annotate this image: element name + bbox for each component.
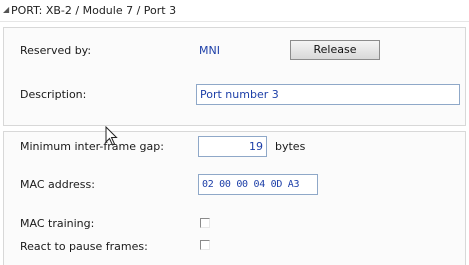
panel-title: PORT: XB-2 / Module 7 / Port 3 [11,4,177,17]
description-input[interactable]: Port number 3 [196,84,460,105]
release-button[interactable]: Release [290,40,380,60]
mac-training-checkbox[interactable] [200,218,210,228]
mac-training-label: MAC training: [20,217,95,230]
description-label: Description: [20,88,87,101]
panel-header[interactable]: ◢ PORT: XB-2 / Module 7 / Port 3 [0,0,469,22]
mac-address-label: MAC address: [20,178,95,191]
mac-address-input[interactable]: 02 00 00 04 0D A3 [198,174,318,195]
collapse-triangle-icon[interactable]: ◢ [3,6,10,14]
inter-frame-gap-label: Minimum inter-frame gap: [20,140,164,153]
inter-frame-gap-input[interactable]: 19 [198,136,267,157]
reserved-by-value: MNI [199,44,220,57]
pause-frames-checkbox[interactable] [200,240,210,250]
port-properties-panel: ◢ PORT: XB-2 / Module 7 / Port 3 Reserve… [0,0,469,265]
reservation-section [3,27,466,126]
pause-frames-label: React to pause frames: [20,240,148,253]
mouse-cursor-icon [105,126,118,146]
reserved-by-label: Reserved by: [20,44,92,57]
inter-frame-gap-units: bytes [275,140,306,153]
